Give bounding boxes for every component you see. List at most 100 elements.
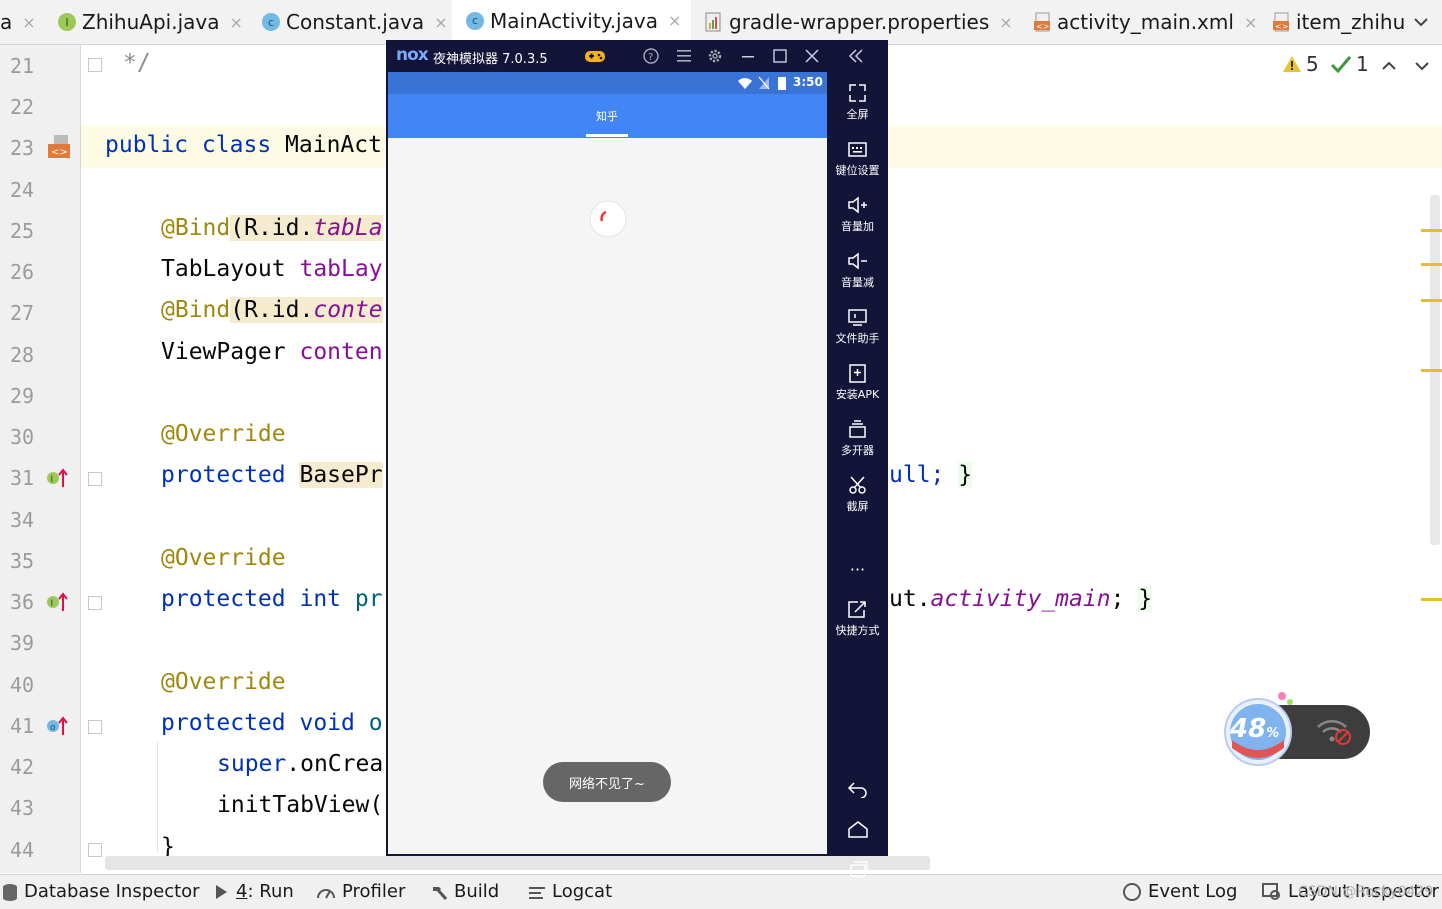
close-icon[interactable]: × — [229, 13, 242, 32]
code-line-41: protected void o — [161, 710, 383, 736]
close-icon[interactable]: × — [999, 13, 1012, 32]
horizontal-scrollbar[interactable] — [105, 856, 930, 870]
screenshot-label: 截屏 — [846, 500, 869, 513]
fullscreen-button[interactable]: 全屏 — [827, 82, 888, 122]
tab-activity-main[interactable]: <> activity_main.xml × — [1033, 0, 1257, 44]
fullscreen-label: 全屏 — [846, 108, 869, 121]
fold-marker[interactable] — [88, 596, 102, 610]
type-name: BasePr — [299, 462, 383, 488]
tab-list-dropdown[interactable] — [1412, 0, 1430, 44]
line-number: 27 — [10, 301, 35, 325]
database-icon — [3, 883, 17, 901]
run-shortcut: 4 — [236, 881, 248, 902]
fold-marker[interactable] — [88, 58, 102, 72]
keyboard-settings-button[interactable]: 键位设置 — [827, 138, 888, 178]
warnings-indicator[interactable]: 5 — [1282, 52, 1319, 76]
type-name: TabLayout — [161, 256, 286, 282]
warning-stripe[interactable] — [1421, 369, 1442, 372]
close-icon[interactable]: × — [668, 11, 681, 30]
logcat-icon — [529, 886, 545, 899]
volume-up-button[interactable]: 音量加 — [827, 194, 888, 234]
warning-stripe[interactable] — [1421, 229, 1442, 232]
class-icon: c — [466, 11, 484, 30]
implements-up-icon[interactable]: I — [46, 591, 68, 613]
tab-gradle-wrapper[interactable]: gradle-wrapper.properties × — [705, 0, 1013, 44]
close-icon[interactable]: × — [1244, 13, 1257, 32]
event-log-button[interactable]: Event Log — [1122, 881, 1237, 902]
code-line-26: TabLayout tabLay — [161, 256, 383, 282]
event-log-label: Event Log — [1148, 881, 1238, 902]
network-speed-widget[interactable]: 48% — [1222, 690, 1372, 770]
file-assistant-button[interactable]: 文件助手 — [827, 306, 888, 346]
code-line-23: public class MainAct — [105, 132, 382, 158]
tab-a[interactable]: a × — [0, 0, 36, 44]
shortcut-label: 快捷方式 — [835, 624, 880, 637]
tab-mainactivity[interactable]: c MainActivity.java × — [452, 0, 692, 44]
android-screen[interactable]: 3:50 知乎 网络不见了~ — [388, 72, 827, 854]
field-name: tabLay — [299, 256, 383, 282]
settings-gear-icon[interactable] — [707, 48, 723, 64]
event-log-icon — [1123, 882, 1141, 901]
fold-marker[interactable] — [88, 720, 102, 734]
close-icon[interactable] — [804, 49, 820, 63]
volume-down-button[interactable]: 音量减 — [827, 250, 888, 290]
warning-stripe[interactable] — [1421, 263, 1442, 266]
id-ref: (R.id. — [230, 297, 314, 323]
code-line-25: @Bind(R.id.tabLa — [161, 215, 383, 241]
comment: */ — [123, 50, 151, 76]
gamepad-icon[interactable] — [584, 48, 606, 64]
semicolon: ; — [1110, 586, 1125, 612]
fold-marker[interactable] — [88, 843, 102, 857]
widget-percent-value: 48 — [1230, 714, 1267, 744]
run-button[interactable]: 4: Run — [214, 881, 294, 902]
help-icon[interactable]: ? — [643, 48, 659, 64]
line-number: 39 — [10, 631, 35, 655]
emulator-titlebar[interactable]: nox 夜神模拟器 7.0.3.5 ? — [386, 40, 888, 72]
tab-indicator — [586, 134, 628, 137]
chevron-down-icon[interactable] — [1413, 57, 1431, 75]
screenshot-button[interactable]: 截屏 — [827, 474, 888, 514]
warning-stripe[interactable] — [1421, 299, 1442, 302]
tab-zhihuapi[interactable]: I ZhihuApi.java × — [58, 0, 243, 44]
home-icon[interactable] — [847, 820, 869, 838]
implements-up-icon[interactable]: I — [46, 467, 68, 489]
code-line-30: @Override — [161, 421, 286, 447]
ok-count: 1 — [1356, 52, 1369, 76]
tab-zhihu[interactable]: 知乎 — [596, 108, 618, 124]
profiler-button[interactable]: Profiler — [316, 881, 405, 902]
brace: } — [1138, 586, 1153, 612]
tab-item-zhihu[interactable]: <> item_zhihu — [1272, 0, 1405, 44]
xml-file-icon: <> — [1272, 12, 1290, 32]
close-icon[interactable]: × — [434, 13, 447, 32]
recent-apps-icon[interactable] — [847, 860, 869, 878]
close-icon[interactable]: × — [22, 13, 35, 32]
multi-instance-button[interactable]: 多开器 — [827, 418, 888, 458]
brace: } — [958, 462, 973, 488]
chevron-up-icon[interactable] — [1380, 57, 1398, 75]
database-inspector-button[interactable]: Database Inspector — [2, 881, 200, 902]
overrides-up-icon[interactable]: o — [46, 715, 68, 737]
collapse-sidebar-icon[interactable] — [847, 48, 865, 64]
file-assistant-label: 文件助手 — [835, 332, 880, 345]
method-name: pr — [354, 586, 383, 612]
build-button[interactable]: Build — [430, 881, 499, 902]
maximize-icon[interactable] — [772, 49, 788, 63]
ok-indicator[interactable]: 1 — [1330, 52, 1369, 76]
back-icon[interactable] — [847, 780, 869, 798]
minimize-icon[interactable] — [740, 49, 756, 63]
xml-layout-icon[interactable]: <> — [46, 134, 74, 160]
fold-marker[interactable] — [88, 472, 102, 486]
install-apk-button[interactable]: 安装APK — [827, 362, 888, 402]
warning-stripe[interactable] — [1421, 598, 1442, 601]
shortcut-button[interactable]: 快捷方式 — [827, 598, 888, 638]
screenshot-icon — [849, 476, 866, 494]
tab-label: MainActivity.java — [490, 8, 658, 33]
menu-icon[interactable] — [676, 49, 692, 63]
logcat-button[interactable]: Logcat — [528, 881, 612, 902]
more-button[interactable]: ··· — [827, 560, 888, 579]
tab-constant[interactable]: c Constant.java × — [262, 0, 448, 44]
line-number: 26 — [10, 260, 35, 284]
editor-gutter — [0, 45, 81, 873]
svg-text:I: I — [51, 475, 54, 485]
line-number: 31 — [10, 466, 35, 490]
